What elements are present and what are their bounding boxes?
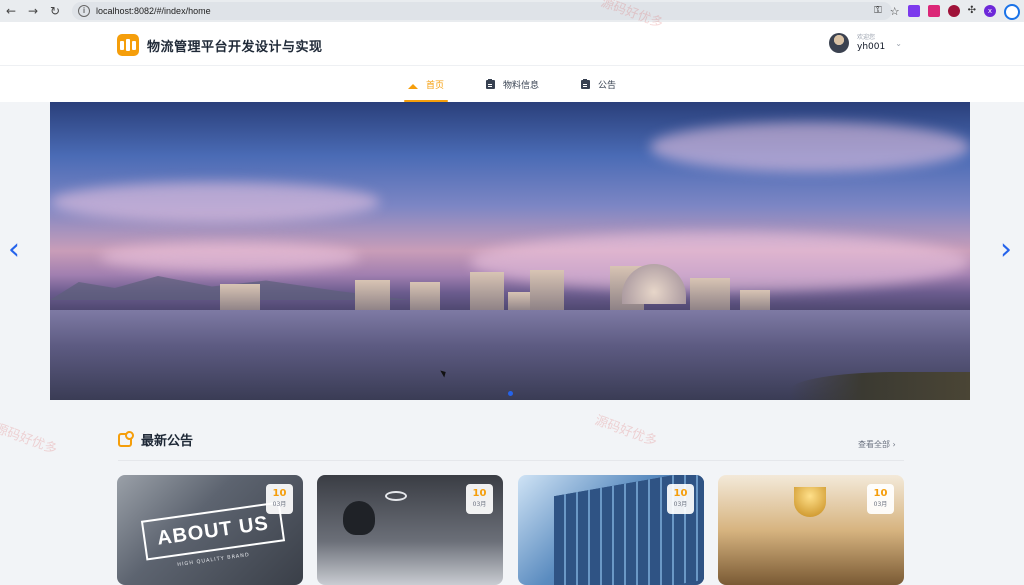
watermark: 源码好优多 (592, 413, 659, 450)
home-icon (407, 80, 418, 89)
ring-lamp (385, 491, 407, 501)
view-all-link[interactable]: 查看全部 › (858, 439, 896, 450)
about-us-text: ABOUT US (140, 501, 286, 561)
username: yh001 (857, 41, 886, 52)
date-day: 10 (272, 488, 287, 499)
main-nav: 首页 物料信息 公告 (0, 66, 1024, 102)
carousel-indicator[interactable] (508, 391, 513, 396)
banner-carousel[interactable] (50, 102, 970, 400)
forward-icon[interactable]: → (22, 0, 44, 22)
section-divider (118, 460, 904, 461)
date-badge: 10 03月 (266, 484, 293, 514)
logo-icon[interactable] (117, 34, 139, 56)
banner-cloud (50, 182, 380, 222)
bookmark-star-icon[interactable]: ☆ (890, 5, 900, 18)
browser-menu-icon[interactable] (1004, 4, 1020, 20)
site-header: 物流管理平台开发设计与实现 欢迎您 yh001 ⌄ (0, 22, 1024, 66)
nav-item-home[interactable]: 首页 (398, 66, 454, 102)
carousel-prev-button[interactable]: ‹ (6, 235, 22, 265)
site-title[interactable]: 物流管理平台开发设计与实现 (147, 36, 323, 55)
browser-extensions: ⚿ ☆ ✣ x (874, 0, 1024, 22)
extension-icon[interactable] (907, 5, 920, 17)
section-title: 最新公告 (141, 434, 194, 449)
notices-section-header: 最新公告 (118, 430, 193, 449)
download-extension-icon[interactable] (927, 5, 940, 17)
nav-item-label: 公告 (598, 80, 617, 91)
notice-icon (118, 430, 134, 447)
date-month: 03月 (472, 501, 487, 508)
key-icon[interactable]: ⚿ (874, 5, 882, 17)
date-day: 10 (472, 488, 487, 499)
date-month: 03月 (673, 501, 688, 508)
user-menu[interactable]: 欢迎您 yh001 ⌄ (829, 33, 902, 53)
trophy-icon (794, 487, 826, 517)
nav-item-materials[interactable]: 物料信息 (476, 66, 549, 102)
date-day: 10 (673, 488, 688, 499)
site-info-icon[interactable]: i (78, 5, 90, 17)
notice-card[interactable]: ABOUT US HIGH QUALITY BRAND 10 03月 (117, 475, 303, 585)
extension-icon[interactable] (947, 5, 960, 17)
date-badge: 10 03月 (466, 484, 493, 514)
banner-skyline (50, 266, 970, 312)
welcome-text: 欢迎您 (857, 33, 876, 41)
nav-item-notices[interactable]: 公告 (571, 66, 626, 102)
date-badge: 10 03月 (667, 484, 694, 514)
notice-card[interactable]: 10 03月 (317, 475, 503, 585)
date-badge: 10 03月 (867, 484, 894, 514)
chevron-down-icon[interactable]: ⌄ (895, 39, 902, 48)
nav-item-label: 首页 (425, 80, 444, 91)
nav-item-label: 物料信息 (502, 80, 539, 91)
date-month: 03月 (272, 501, 287, 508)
banner-cloud (650, 122, 970, 172)
profile-avatar-icon[interactable]: x (984, 5, 996, 17)
clipboard-icon (581, 78, 590, 89)
studio-light (343, 501, 375, 535)
date-month: 03月 (873, 501, 888, 508)
notice-card[interactable]: 10 03月 (718, 475, 904, 585)
notice-card[interactable]: 10 03月 (518, 475, 704, 585)
extensions-puzzle-icon[interactable]: ✣ (968, 5, 976, 17)
watermark: 源码好优多 (0, 421, 59, 458)
url-text: localhost:8082/#/index/home (96, 6, 211, 16)
date-day: 10 (873, 488, 888, 499)
clipboard-icon (485, 78, 495, 89)
back-icon[interactable]: ← (0, 0, 22, 22)
carousel-next-button[interactable]: › (998, 235, 1014, 265)
address-bar[interactable]: i localhost:8082/#/index/home (72, 2, 892, 20)
avatar[interactable] (829, 33, 849, 53)
reload-icon[interactable]: ↻ (44, 0, 66, 22)
